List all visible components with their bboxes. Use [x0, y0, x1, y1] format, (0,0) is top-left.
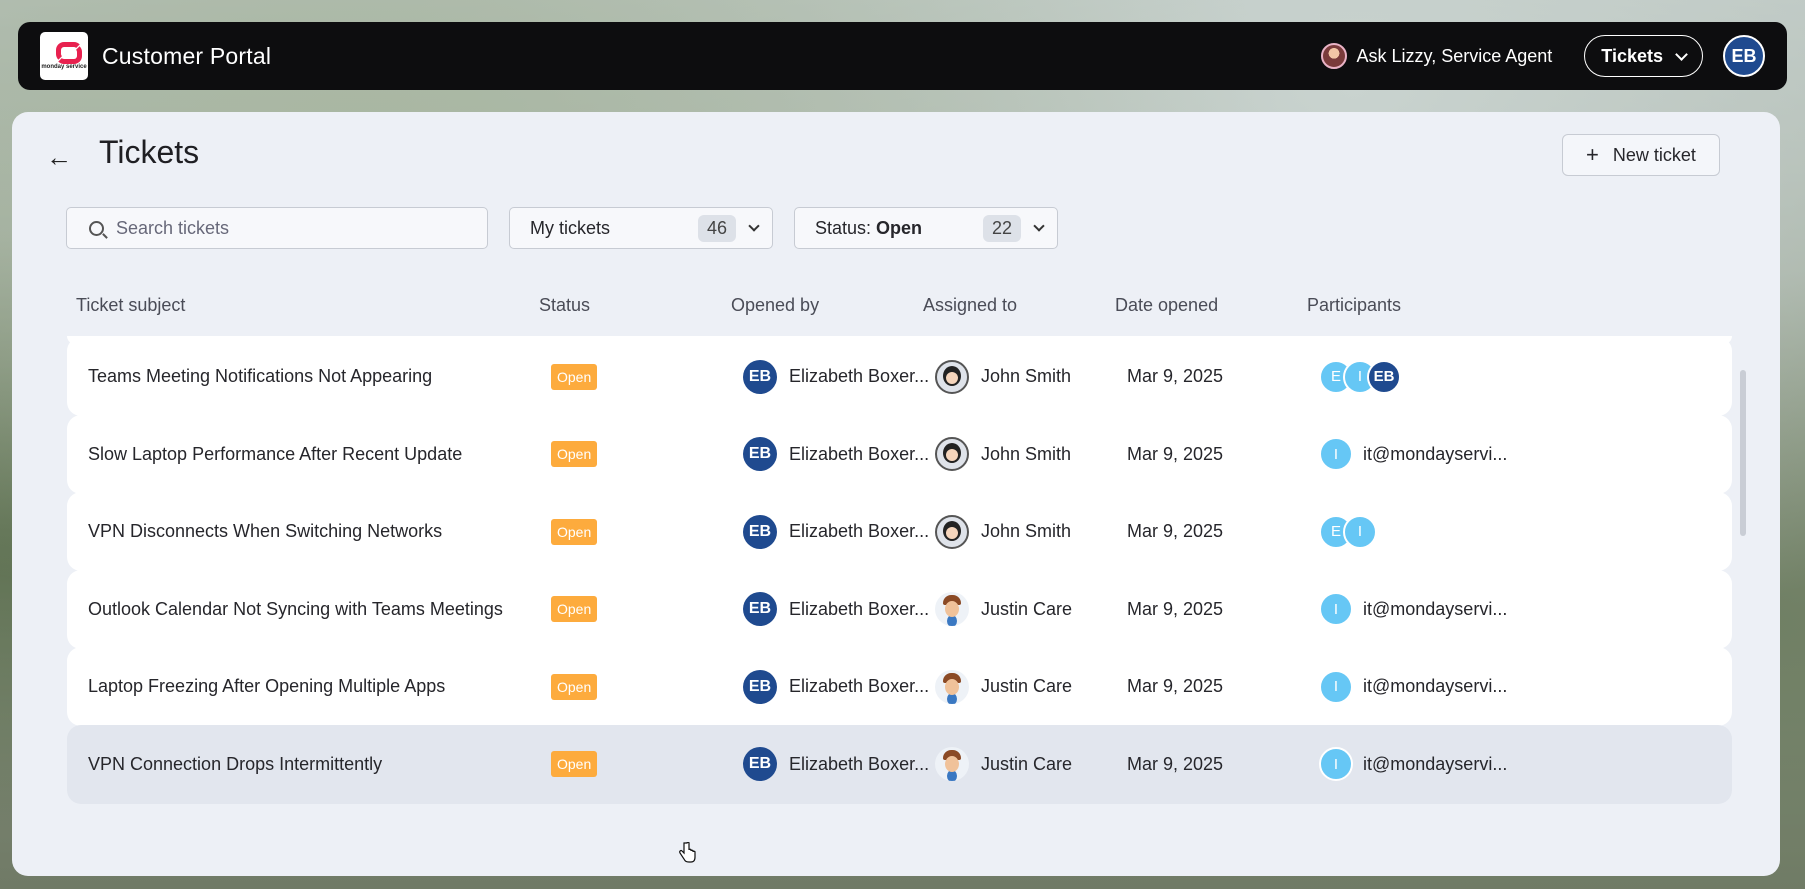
- ask-agent-button[interactable]: Ask Lizzy, Service Agent: [1320, 43, 1553, 69]
- opened-by-name: Elizabeth Boxer...: [789, 366, 930, 386]
- new-ticket-label: New ticket: [1612, 144, 1696, 165]
- participant-avatar[interactable]: I: [1319, 437, 1353, 471]
- status-badge: Open: [551, 363, 598, 390]
- opened-by-name: Elizabeth Boxer...: [789, 521, 930, 541]
- status-filter-count: 22: [982, 214, 1021, 242]
- scope-filter-label: My tickets: [530, 217, 611, 238]
- ticket-list: Teams Meeting Notifications Not Appearin…: [67, 336, 1732, 876]
- ticket-subject[interactable]: Outlook Calendar Not Syncing with Teams …: [88, 570, 503, 649]
- opener-avatar: EB: [743, 359, 777, 394]
- opened-by-name: Elizabeth Boxer...: [789, 598, 930, 619]
- logo-icon: [55, 41, 82, 64]
- ticket-subject[interactable]: Slow Laptop Performance After Recent Upd…: [88, 415, 462, 494]
- plus-icon: +: [1586, 142, 1599, 167]
- search-icon: [89, 220, 104, 236]
- assigned-to-name: John Smith: [981, 366, 1072, 386]
- participant-email: it@mondayservi...: [1363, 676, 1508, 696]
- status-badge: Open: [551, 441, 598, 467]
- search-box: [66, 207, 488, 249]
- assigned-to-name: Justin Care: [981, 753, 1073, 774]
- assignee-avatar-icon: [935, 669, 969, 704]
- date-opened: Mar 9, 2025: [1127, 676, 1224, 696]
- ticket-subject[interactable]: VPN Connection Drops Intermittently: [88, 725, 382, 804]
- page-title: Tickets: [99, 134, 200, 170]
- table-row[interactable]: Teams Meeting Notifications Not Appearin…: [67, 337, 1732, 416]
- table-row[interactable]: Slow Laptop Performance After Recent Upd…: [67, 414, 1732, 494]
- logo-text: monday service: [41, 63, 87, 70]
- date-opened: Mar 9, 2025: [1127, 443, 1224, 464]
- status-filter-value: Open: [876, 217, 923, 238]
- chevron-down-icon: [1675, 47, 1688, 61]
- opener-avatar: EB: [743, 669, 777, 704]
- status-filter-dropdown[interactable]: Status: Open 22: [794, 207, 1058, 249]
- chevron-down-icon: [1033, 220, 1045, 232]
- column-header-participants[interactable]: Participants: [1307, 295, 1401, 316]
- assignee-avatar-icon: [935, 514, 969, 549]
- opener-avatar: EB: [743, 514, 777, 549]
- ask-agent-label: Ask Lizzy, Service Agent: [1356, 45, 1553, 66]
- status-badge: Open: [551, 673, 598, 700]
- scrollbar-thumb[interactable]: [1740, 370, 1746, 536]
- assigned-to-name: Justin Care: [981, 598, 1073, 619]
- opener-avatar: EB: [743, 437, 777, 471]
- opened-by-name: Elizabeth Boxer...: [789, 676, 930, 696]
- date-opened: Mar 9, 2025: [1127, 366, 1224, 386]
- user-avatar[interactable]: EB: [1723, 35, 1765, 77]
- chevron-down-icon: [748, 220, 760, 232]
- search-input[interactable]: [116, 217, 456, 239]
- opener-avatar: EB: [743, 592, 777, 626]
- column-header-status[interactable]: Status: [539, 295, 590, 316]
- date-opened: Mar 9, 2025: [1127, 753, 1224, 774]
- assignee-avatar-icon: [935, 437, 969, 471]
- opener-avatar: EB: [743, 747, 777, 781]
- column-header-subject[interactable]: Ticket subject: [76, 295, 185, 316]
- app-title: Customer Portal: [102, 42, 272, 69]
- participant-email: it@mondayservi...: [1363, 443, 1508, 464]
- table-header: Ticket subject Status Opened by Assigned…: [12, 295, 1780, 325]
- participant-avatar[interactable]: I: [1343, 514, 1377, 549]
- table-row[interactable]: Laptop Freezing After Opening Multiple A…: [67, 647, 1732, 726]
- column-header-opened-by[interactable]: Opened by: [731, 295, 819, 316]
- nav-dropdown-label: Tickets: [1601, 45, 1663, 66]
- back-arrow-icon[interactable]: ←: [44, 142, 74, 172]
- participant-avatar[interactable]: I: [1319, 669, 1353, 704]
- nav-dropdown[interactable]: Tickets: [1584, 35, 1703, 77]
- ticket-subject[interactable]: VPN Disconnects When Switching Networks: [88, 492, 442, 571]
- hand-cursor-icon: [679, 842, 696, 863]
- status-filter-prefix: Status:: [815, 217, 877, 238]
- table-row[interactable]: VPN Disconnects When Switching Networks O…: [67, 492, 1732, 571]
- monday-service-logo[interactable]: monday service: [40, 32, 88, 80]
- participant-email: it@mondayservi...: [1363, 598, 1508, 619]
- participant-email: it@mondayservi...: [1363, 753, 1508, 774]
- assignee-avatar-icon: [935, 359, 969, 394]
- assigned-to-name: Justin Care: [981, 676, 1073, 696]
- ticket-subject[interactable]: Teams Meeting Notifications Not Appearin…: [88, 337, 432, 416]
- status-badge: Open: [551, 518, 598, 545]
- scope-filter-count: 46: [697, 214, 736, 242]
- agent-avatar-icon: [1320, 43, 1347, 69]
- assignee-avatar-icon: [935, 592, 969, 626]
- participant-avatar[interactable]: I: [1319, 747, 1353, 781]
- new-ticket-button[interactable]: + New ticket: [1562, 134, 1720, 176]
- participant-avatar[interactable]: I: [1319, 592, 1353, 626]
- ticket-subject[interactable]: Laptop Freezing After Opening Multiple A…: [88, 647, 445, 726]
- column-header-date-opened[interactable]: Date opened: [1115, 295, 1218, 316]
- assignee-avatar-icon: [935, 747, 969, 781]
- table-row[interactable]: VPN Connection Drops Intermittently Open E…: [67, 724, 1732, 804]
- assigned-to-name: John Smith: [981, 443, 1072, 464]
- participant-avatar[interactable]: EB: [1367, 359, 1401, 394]
- opened-by-name: Elizabeth Boxer...: [789, 753, 930, 774]
- assigned-to-name: John Smith: [981, 521, 1072, 541]
- table-row[interactable]: Outlook Calendar Not Syncing with Teams …: [67, 569, 1732, 649]
- opened-by-name: Elizabeth Boxer...: [789, 443, 930, 464]
- tickets-panel: ← Tickets + New ticket My tickets 46 Sta…: [12, 112, 1780, 876]
- column-header-assigned-to[interactable]: Assigned to: [923, 295, 1017, 316]
- status-badge: Open: [551, 596, 598, 622]
- date-opened: Mar 9, 2025: [1127, 521, 1224, 541]
- top-bar: monday service Customer Portal Ask Lizzy…: [18, 22, 1787, 90]
- date-opened: Mar 9, 2025: [1127, 598, 1224, 619]
- status-badge: Open: [551, 751, 598, 777]
- scope-filter-dropdown[interactable]: My tickets 46: [509, 207, 773, 249]
